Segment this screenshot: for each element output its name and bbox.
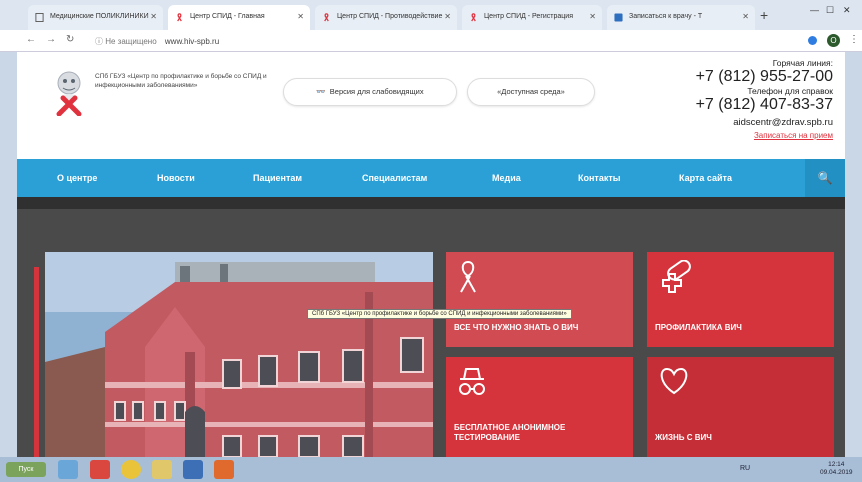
app-icon[interactable] (90, 460, 110, 479)
media-icon[interactable] (183, 460, 203, 479)
red-ribbon-icon (471, 13, 476, 22)
browser-tab-title: Центр СПИД - Главная (190, 13, 265, 20)
close-icon[interactable]: ✕ (444, 12, 451, 21)
chrome-icon[interactable] (121, 460, 141, 479)
clock-time: 12:14 (828, 461, 845, 468)
browser-tab-title: Записаться к врачу - Т (629, 13, 703, 20)
browser-tab-4[interactable]: Центр СПИД - Регистрация ✕ (462, 5, 602, 30)
clock-date: 09.04.2019 (820, 469, 853, 476)
heart-icon (660, 367, 688, 395)
close-icon[interactable]: ✕ (150, 12, 157, 21)
explorer-icon[interactable] (58, 460, 78, 479)
folder-icon[interactable] (152, 460, 172, 479)
red-ribbon-icon (177, 13, 182, 22)
accessible-environment-button[interactable]: «Доступная среда» (467, 78, 595, 106)
profile-avatar[interactable]: O (827, 34, 840, 47)
low-vision-version-button[interactable]: 👓 Версия для слабовидящих (283, 78, 457, 106)
pill-icon (662, 260, 691, 293)
low-vision-label: Версия для слабовидящих (329, 87, 424, 96)
back-arrow-icon[interactable]: ← (26, 34, 36, 45)
browser-tab-5[interactable]: Записаться к врачу - Т ✕ (607, 5, 755, 30)
new-tab-button[interactable]: + (760, 7, 768, 23)
minimize-icon[interactable]: — (810, 5, 819, 15)
tile-about-hiv[interactable]: ВСЕ ЧТО НУЖНО ЗНАТЬ О ВИЧ (446, 252, 633, 347)
menu-item-specialists[interactable]: Специалистам (362, 173, 427, 183)
search-button[interactable]: 🔍 (805, 159, 845, 197)
incognito-icon (459, 368, 485, 395)
menu-item-media[interactable]: Медиа (492, 173, 521, 183)
tooltip: СПб ГБУЗ «Центр по профилактике и борьбе… (307, 309, 572, 319)
clock[interactable]: 12:14 09.04.2019 (820, 461, 853, 477)
hotline-label: Горячая линия: (772, 58, 833, 68)
tile-hiv-prevention[interactable]: ПРОФИЛАКТИКА ВИЧ (647, 252, 834, 347)
accessible-environment-label: «Доступная среда» (497, 87, 565, 96)
security-label: Не защищено (105, 37, 157, 46)
browser-tab-1[interactable]: Медицинские ПОЛИКЛИНИКИ ✕ (28, 5, 163, 30)
site-logo-icon (614, 13, 623, 22)
search-icon: 🔍 (817, 171, 833, 185)
eye-icon: 👓 (316, 87, 326, 96)
ribbon-icon (460, 260, 476, 293)
tile-living-with-hiv[interactable]: ЖИЗНЬ С ВИЧ (647, 357, 834, 457)
close-icon[interactable]: ✕ (589, 12, 596, 21)
url-text: www.hiv-spb.ru (164, 37, 220, 46)
close-icon[interactable]: ✕ (297, 12, 304, 21)
building-photo (45, 252, 433, 457)
email-link[interactable]: aidscentr@zdrav.spb.ru (696, 116, 833, 130)
red-ribbon-icon (324, 13, 329, 22)
hero-section: ВСЕ ЧТО НУЖНО ЗНАТЬ О ВИЧ ПРОФИЛАКТИКА В… (17, 197, 845, 457)
address-bar: ← → ↻ ⓘ Не защищено www.hiv-spb.ru O ⋮ (0, 30, 862, 52)
office-icon[interactable] (214, 460, 234, 479)
red-accent-bar (34, 267, 39, 457)
browser-tab-2[interactable]: Центр СПИД - Главная ✕ (168, 5, 310, 30)
document-icon (35, 13, 44, 22)
reload-icon[interactable]: ↻ (66, 34, 74, 45)
info-phone[interactable]: +7 (812) 407-83-37 (696, 96, 833, 114)
hero-top-band (17, 197, 845, 209)
close-icon[interactable]: ✕ (742, 12, 749, 21)
web-page: СПб ГБУЗ «Центр по профилактике и борьбе… (17, 52, 845, 457)
browser-tab-title: Центр СПИД - Противодействие (337, 13, 443, 20)
menu-item-sitemap[interactable]: Карта сайта (679, 173, 732, 183)
browser-menu-icon[interactable]: ⋮ (849, 34, 859, 45)
tile-label: ПРОФИЛАКТИКА ВИЧ (655, 323, 742, 332)
security-indicator[interactable]: ⓘ Не защищено (95, 37, 157, 46)
browser-tab-title: Медицинские ПОЛИКЛИНИКИ (50, 13, 149, 20)
window-close-icon[interactable]: ✕ (843, 5, 851, 16)
menu-item-contacts[interactable]: Контакты (578, 173, 620, 183)
menu-item-patients[interactable]: Пациентам (253, 173, 302, 183)
menu-item-about[interactable]: О центре (57, 173, 97, 183)
browser-tab-bar: Медицинские ПОЛИКЛИНИКИ ✕ Центр СПИД - Г… (0, 0, 862, 30)
info-phone-label: Телефон для справок (747, 86, 833, 96)
tile-label: БЕСПЛАТНОЕ АНОНИМНОЕ ТЕСТИРОВАНИЕ (454, 423, 566, 442)
url-field[interactable]: ⓘ Не защищено www.hiv-spb.ru (95, 36, 219, 47)
extension-icon[interactable] (808, 36, 817, 45)
maximize-icon[interactable]: ☐ (826, 5, 834, 16)
tile-label: ЖИЗНЬ С ВИЧ (655, 433, 712, 442)
aids-center-logo-icon[interactable] (51, 68, 87, 116)
contacts-block: Горячая линия: +7 (812) 955-27-00 Телефо… (696, 58, 833, 141)
organization-name[interactable]: СПб ГБУЗ «Центр по профилактике и борьбе… (95, 72, 270, 90)
forward-arrow-icon[interactable]: → (46, 34, 56, 45)
hotline-phone[interactable]: +7 (812) 955-27-00 (696, 68, 833, 86)
online-appointment-link[interactable]: Записаться на прием (696, 130, 833, 141)
menu-item-news[interactable]: Новости (157, 173, 195, 183)
start-button[interactable]: Пуск (6, 462, 46, 477)
language-indicator[interactable]: RU (740, 465, 750, 472)
main-menu: О центре Новости Пациентам Специалистам … (17, 159, 845, 197)
browser-tab-3[interactable]: Центр СПИД - Противодействие ✕ (315, 5, 457, 30)
browser-tab-title: Центр СПИД - Регистрация (484, 13, 573, 20)
taskbar: Пуск RU 12:14 09.04.2019 (0, 457, 862, 482)
tile-label: ВСЕ ЧТО НУЖНО ЗНАТЬ О ВИЧ (454, 323, 579, 332)
tile-anonymous-testing[interactable]: БЕСПЛАТНОЕ АНОНИМНОЕ ТЕСТИРОВАНИЕ (446, 357, 633, 457)
